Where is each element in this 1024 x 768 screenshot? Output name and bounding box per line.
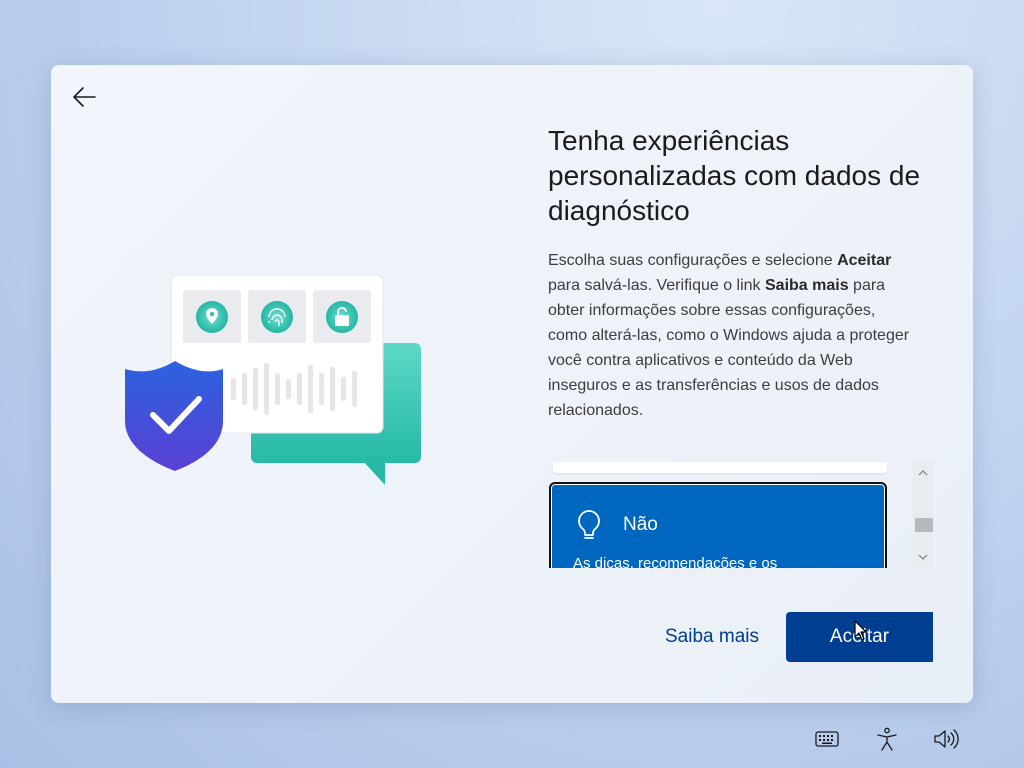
volume-button[interactable]	[933, 726, 959, 752]
page-title: Tenha experiências personalizadas com da…	[548, 125, 921, 226]
option-card-previous[interactable]	[553, 462, 887, 473]
description-text: Escolha suas configurações e selecione A…	[548, 248, 916, 423]
back-button[interactable]	[69, 83, 99, 111]
options-list: Não As dicas, recomendações e os	[548, 462, 893, 568]
scroll-up-icon[interactable]	[913, 466, 933, 480]
privacy-illustration	[125, 274, 421, 485]
keyboard-icon	[815, 731, 839, 747]
setup-dialog: Tenha experiências personalizadas com da…	[51, 65, 973, 703]
option-subtitle: As dicas, recomendações e os	[573, 555, 778, 568]
learn-more-link[interactable]: Saiba mais	[665, 626, 759, 648]
desc-part3: para obter informações sobre essas confi…	[548, 277, 910, 419]
scroll-thumb[interactable]	[915, 518, 933, 532]
option-title: Não	[623, 514, 658, 535]
shield-icon	[125, 361, 223, 471]
desc-part2: para salvá-las. Verifique o link	[548, 277, 765, 294]
mouse-cursor-icon	[854, 620, 867, 641]
scroll-down-icon[interactable]	[913, 550, 933, 564]
accessibility-button[interactable]	[874, 726, 900, 752]
accessibility-icon	[877, 727, 897, 751]
keyboard-button[interactable]	[814, 726, 840, 752]
option-card-no[interactable]: Não As dicas, recomendações e os	[549, 482, 887, 568]
desc-bold-accept: Aceitar	[837, 252, 892, 269]
speaker-icon	[934, 729, 959, 749]
arrow-left-icon	[73, 87, 96, 107]
options-scrollbar[interactable]	[913, 462, 933, 568]
desc-part1: Escolha suas configurações e selecione	[548, 252, 838, 269]
lightbulb-icon	[578, 510, 600, 539]
desc-bold-learn-more: Saiba mais	[765, 277, 849, 294]
